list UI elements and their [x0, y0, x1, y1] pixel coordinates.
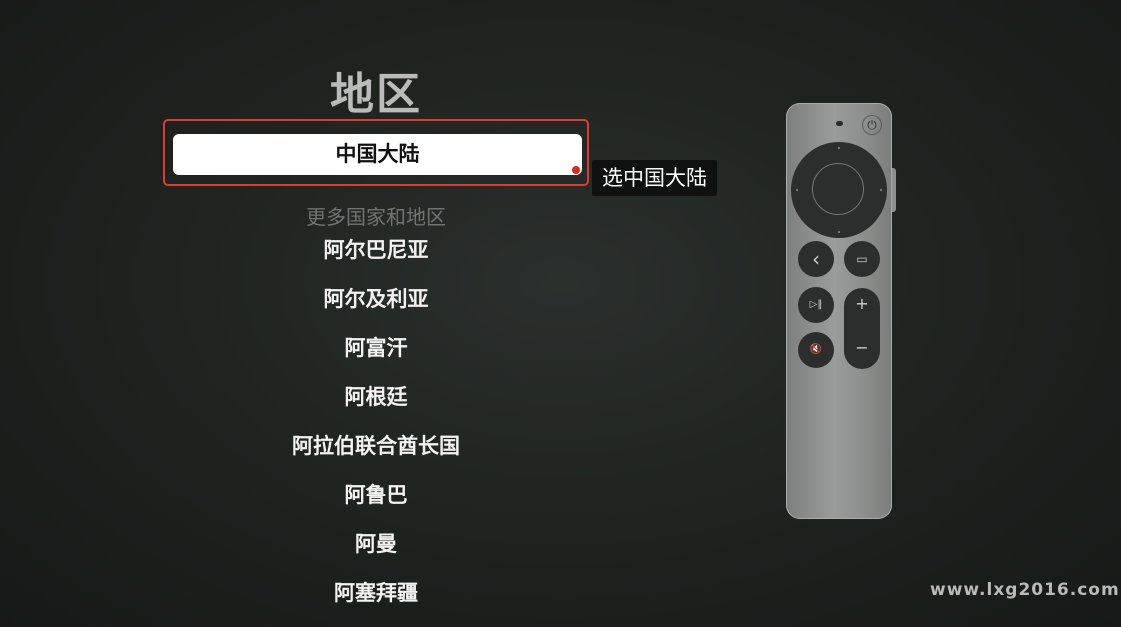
country-item[interactable]: 阿鲁巴 [226, 478, 526, 527]
country-item[interactable]: 阿富汗 [226, 331, 526, 380]
country-item[interactable]: 阿尔及利亚 [226, 282, 526, 331]
country-item[interactable]: 阿曼 [226, 527, 526, 576]
play-pause-icon: ▷‖ [798, 287, 834, 323]
pad-dot-down [838, 231, 840, 233]
volume-down-icon: − [855, 338, 869, 357]
annotation-callout: 选中国大陆 [592, 160, 717, 196]
power-icon: ⏻ [862, 115, 882, 135]
remote-sensor [836, 121, 843, 126]
volume-rocker: + − [844, 288, 880, 369]
pad-dot-right [880, 189, 882, 191]
back-icon: ‹ [798, 241, 834, 277]
mute-icon: 🔇 [798, 332, 834, 368]
volume-up-icon: + [855, 294, 869, 313]
country-item[interactable]: 阿根廷 [226, 380, 526, 429]
country-item[interactable]: 阿尔巴尼亚 [226, 233, 526, 282]
pad-dot-left [796, 189, 798, 191]
siri-side-button [892, 168, 896, 212]
cursor-dot [572, 166, 580, 174]
watermark: www.lxg2016.com [930, 580, 1120, 600]
page-title: 地区 [330, 69, 422, 120]
tv-icon: ▭ [844, 241, 880, 277]
pad-dot-up [838, 147, 840, 149]
country-item[interactable]: 阿塞拜疆 [226, 576, 526, 625]
section-header-more-regions: 更多国家和地区 [306, 205, 446, 229]
region-item-selected[interactable]: 中国大陆 [173, 134, 582, 175]
country-item[interactable]: 阿拉伯联合酋长国 [226, 429, 526, 478]
remote-touch-surface [812, 163, 864, 215]
country-list: 阿尔巴尼亚 阿尔及利亚 阿富汗 阿根廷 阿拉伯联合酋长国 阿鲁巴 阿曼 阿塞拜疆 [226, 233, 526, 625]
